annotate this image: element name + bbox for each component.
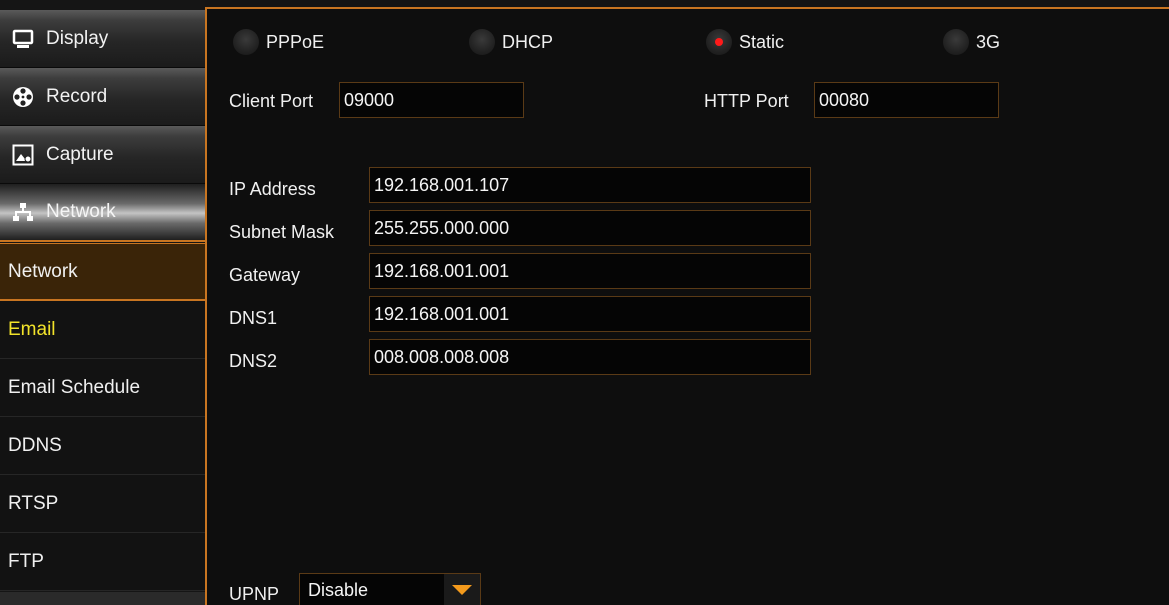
radio-label: 3G <box>976 31 1001 52</box>
subitem-rtsp[interactable]: RTSP <box>0 475 205 533</box>
radio-static[interactable]: Static <box>706 29 784 55</box>
subitem-label: DDNS <box>8 434 62 456</box>
tab-label: Display <box>46 27 109 49</box>
monitor-icon <box>12 28 34 50</box>
network-settings-panel: PPPoE DHCP Static 3G Client Port 09000 H… <box>205 7 1169 605</box>
subnet-mask-input[interactable]: 255.255.000.000 <box>369 210 811 246</box>
radio-label: DHCP <box>502 31 554 52</box>
upnp-dropdown[interactable]: Disable <box>299 573 481 605</box>
http-port-label: HTTP Port <box>704 91 789 111</box>
radio-pppoe[interactable]: PPPoE <box>233 29 324 55</box>
dns1-label: DNS1 <box>229 308 278 328</box>
subitem-label: FTP <box>8 550 44 572</box>
ip-address-value: 192.168.001.107 <box>374 174 510 195</box>
tab-label: Record <box>46 85 108 107</box>
ip-address-input[interactable]: 192.168.001.107 <box>369 167 811 203</box>
dns1-value: 192.168.001.001 <box>374 303 510 324</box>
subitem-label: Email <box>8 318 56 340</box>
dns2-value: 008.008.008.008 <box>374 346 510 367</box>
tab-network[interactable]: Network <box>0 184 205 242</box>
radio-dhcp[interactable]: DHCP <box>469 29 553 55</box>
upnp-label: UPNP <box>229 584 280 604</box>
gateway-label: Gateway <box>229 265 301 285</box>
dns2-input[interactable]: 008.008.008.008 <box>369 339 811 375</box>
subnet-mask-label: Subnet Mask <box>229 222 335 242</box>
film-reel-icon <box>12 86 34 108</box>
upnp-value: Disable <box>308 579 369 600</box>
tab-label: Network <box>46 201 116 222</box>
subitem-email[interactable]: Email <box>0 301 205 359</box>
radio-dot <box>233 29 259 55</box>
tab-label: Capture <box>46 143 114 165</box>
subitem-email-schedule[interactable]: Email Schedule <box>0 359 205 417</box>
radio-3g[interactable]: 3G <box>943 29 1000 55</box>
sidebar: Display Record Capture Network Network E… <box>0 0 205 605</box>
gateway-input[interactable]: 192.168.001.001 <box>369 253 811 289</box>
http-port-input[interactable]: 00080 <box>814 82 999 118</box>
subitem-ftp[interactable]: FTP <box>0 533 205 591</box>
subitem-network[interactable]: Network <box>0 243 205 301</box>
radio-label: PPPoE <box>266 31 325 52</box>
subitem-ddns[interactable]: DDNS <box>0 417 205 475</box>
tab-capture[interactable]: Capture <box>0 126 205 184</box>
dns2-label: DNS2 <box>229 351 278 371</box>
radio-dot <box>943 29 969 55</box>
radio-label: Static <box>739 31 785 52</box>
sidebar-scrollbar[interactable] <box>0 592 205 605</box>
tab-record[interactable]: Record <box>0 68 205 126</box>
subitem-label: RTSP <box>8 492 59 514</box>
subnet-mask-value: 255.255.000.000 <box>374 217 510 238</box>
dns1-input[interactable]: 192.168.001.001 <box>369 296 811 332</box>
chevron-down-icon[interactable] <box>444 574 480 605</box>
gateway-value: 192.168.001.001 <box>374 260 510 281</box>
ip-address-label: IP Address <box>229 179 316 199</box>
radio-dot <box>469 29 495 55</box>
radio-dot-selected <box>706 29 732 55</box>
client-port-value: 09000 <box>344 89 395 110</box>
subitem-label: Network <box>8 260 78 282</box>
client-port-input[interactable]: 09000 <box>339 82 524 118</box>
http-port-value: 00080 <box>819 89 870 110</box>
network-icon <box>12 201 34 223</box>
tab-display[interactable]: Display <box>0 10 205 68</box>
image-icon <box>12 144 34 166</box>
subitem-label: Email Schedule <box>8 376 141 398</box>
client-port-label: Client Port <box>229 91 314 111</box>
